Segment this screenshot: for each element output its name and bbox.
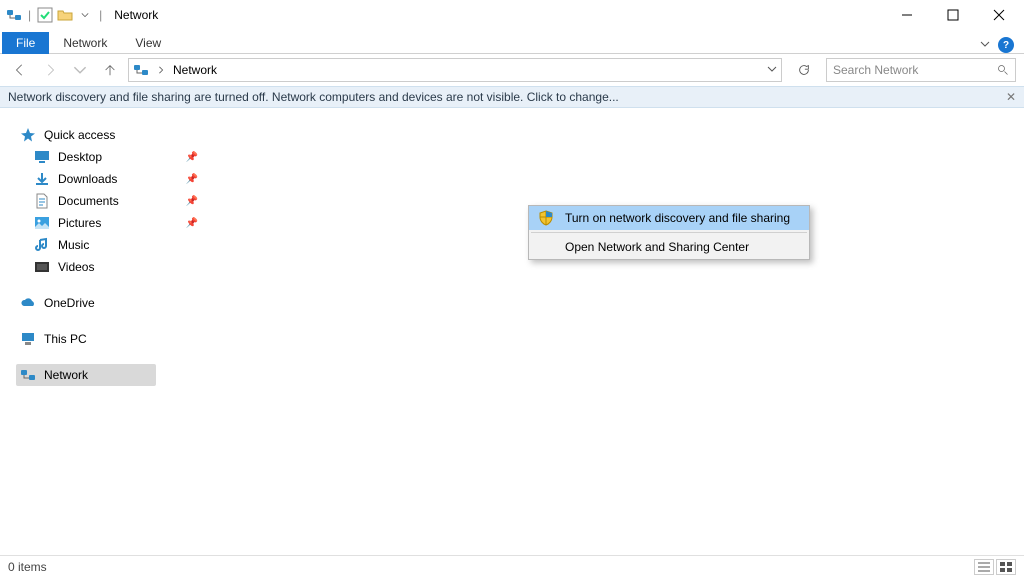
sidebar-network[interactable]: Network <box>16 364 156 386</box>
tab-file[interactable]: File <box>2 32 49 54</box>
pc-icon <box>20 331 36 347</box>
quick-access-toolbar: | | <box>6 7 104 23</box>
recent-locations-dropdown[interactable] <box>68 58 92 82</box>
network-icon <box>133 62 149 78</box>
titlebar: | | Network <box>0 0 1024 30</box>
status-item-count: 0 items <box>8 560 47 574</box>
info-bar-text: Network discovery and file sharing are t… <box>8 90 619 104</box>
download-icon <box>34 171 50 187</box>
view-toggle <box>974 559 1016 575</box>
qat-new-folder-icon[interactable] <box>57 7 73 23</box>
up-button[interactable] <box>98 58 122 82</box>
sidebar-item-pictures[interactable]: Pictures 📌 <box>30 212 202 234</box>
context-menu-item-open-center[interactable]: Open Network and Sharing Center <box>529 235 809 259</box>
info-bar[interactable]: Network discovery and file sharing are t… <box>0 86 1024 108</box>
address-dropdown-icon[interactable] <box>767 63 777 77</box>
view-details-button[interactable] <box>974 559 994 575</box>
ribbon-tabs: File Network View ? <box>0 30 1024 54</box>
help-icon[interactable]: ? <box>998 37 1014 53</box>
sidebar-label: Quick access <box>44 128 198 142</box>
back-button[interactable] <box>8 58 32 82</box>
maximize-button[interactable] <box>930 0 976 30</box>
close-button[interactable] <box>976 0 1022 30</box>
sidebar-item-downloads[interactable]: Downloads 📌 <box>30 168 202 190</box>
context-menu-separator <box>531 232 807 233</box>
sidebar-item-videos[interactable]: Videos <box>30 256 202 278</box>
pin-icon: 📌 <box>186 196 198 207</box>
breadcrumb-item[interactable]: Network <box>173 63 217 77</box>
window-title: Network <box>114 8 158 22</box>
shield-icon <box>537 210 555 226</box>
body-area: Turn on network discovery and file shari… <box>0 108 1024 555</box>
qat-dropdown-icon[interactable] <box>77 7 93 23</box>
network-icon <box>20 367 36 383</box>
pin-icon: 📌 <box>186 174 198 185</box>
sidebar-label: Network <box>44 368 152 382</box>
context-menu: Turn on network discovery and file shari… <box>528 205 810 260</box>
cloud-icon <box>20 295 36 311</box>
sidebar-label: Desktop <box>58 150 178 164</box>
pin-icon: 📌 <box>186 218 198 229</box>
sidebar-label: OneDrive <box>44 296 198 310</box>
context-menu-item-turn-on[interactable]: Turn on network discovery and file shari… <box>529 206 809 230</box>
separator: | <box>99 8 102 22</box>
minimize-button[interactable] <box>884 0 930 30</box>
sidebar-label: This PC <box>44 332 198 346</box>
search-icon <box>997 64 1009 76</box>
search-input[interactable]: Search Network <box>826 58 1016 82</box>
music-icon <box>34 237 50 253</box>
sidebar-label: Documents <box>58 194 178 208</box>
status-bar: 0 items <box>0 555 1024 577</box>
star-icon <box>20 127 36 143</box>
ribbon-chevron-icon[interactable] <box>980 38 990 52</box>
breadcrumb-chevron-icon[interactable] <box>157 63 165 77</box>
sidebar-item-music[interactable]: Music <box>30 234 202 256</box>
document-icon <box>34 193 50 209</box>
view-icons-button[interactable] <box>996 559 1016 575</box>
window-controls <box>884 0 1022 30</box>
sidebar-quick-access[interactable]: Quick access <box>16 124 202 146</box>
forward-button[interactable] <box>38 58 62 82</box>
address-bar[interactable]: Network <box>128 58 782 82</box>
network-icon <box>6 7 22 23</box>
sidebar-item-documents[interactable]: Documents 📌 <box>30 190 202 212</box>
separator: | <box>28 8 31 22</box>
sidebar-onedrive[interactable]: OneDrive <box>16 292 202 314</box>
videos-icon <box>34 259 50 275</box>
qat-checkbox-icon[interactable] <box>37 7 53 23</box>
sidebar-label: Music <box>58 238 198 252</box>
context-menu-label: Open Network and Sharing Center <box>565 240 749 254</box>
desktop-icon <box>34 149 50 165</box>
tab-network[interactable]: Network <box>49 32 121 54</box>
search-placeholder: Search Network <box>833 63 997 77</box>
tab-view[interactable]: View <box>121 32 175 54</box>
navigation-bar: Network Search Network <box>0 54 1024 86</box>
sidebar-item-desktop[interactable]: Desktop 📌 <box>30 146 202 168</box>
sidebar-label: Videos <box>58 260 198 274</box>
sidebar-label: Downloads <box>58 172 178 186</box>
pictures-icon <box>34 215 50 231</box>
info-bar-close-icon[interactable]: ✕ <box>1006 90 1016 104</box>
context-menu-label: Turn on network discovery and file shari… <box>565 211 790 225</box>
refresh-button[interactable] <box>792 58 816 82</box>
navigation-pane: Quick access Desktop 📌 Downloads 📌 Docum… <box>0 108 210 555</box>
sidebar-this-pc[interactable]: This PC <box>16 328 202 350</box>
pin-icon: 📌 <box>186 152 198 163</box>
sidebar-label: Pictures <box>58 216 178 230</box>
